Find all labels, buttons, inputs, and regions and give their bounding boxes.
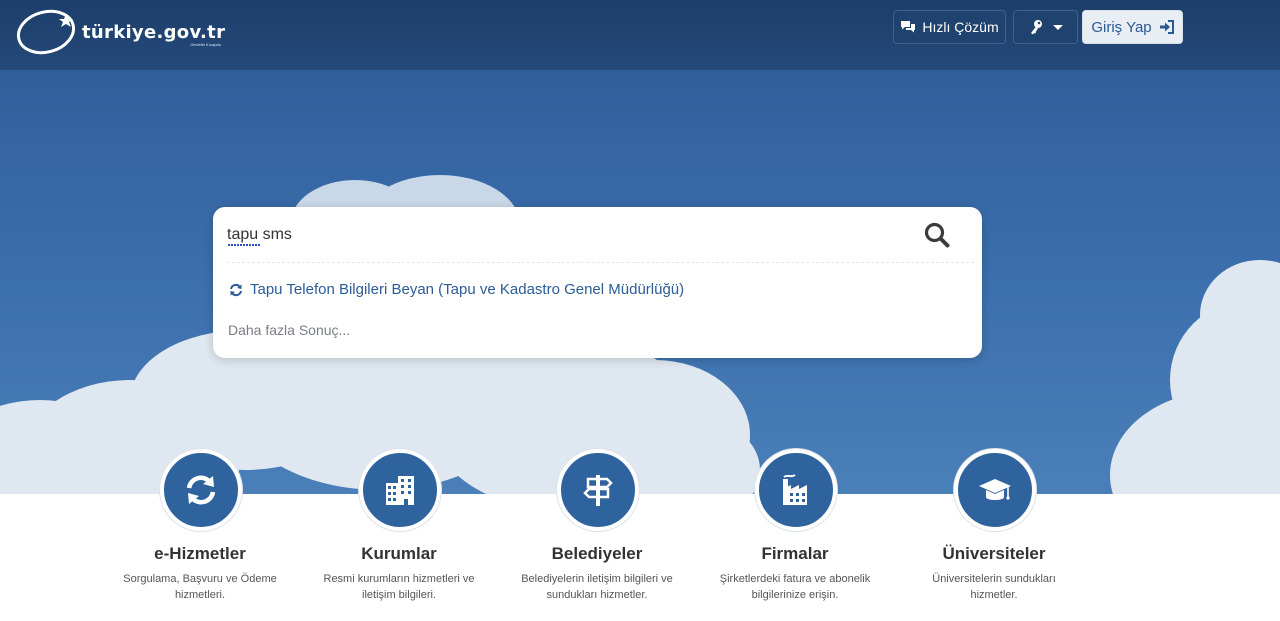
search-panel: Tapu Telefon Bilgileri Beyan (Tapu ve Ka… [213,207,982,358]
category-icon-circle[interactable] [160,449,242,531]
category-desc-line: hizmetleri. [174,589,226,601]
search-icon[interactable] [923,221,951,249]
category-firmalar[interactable]: Firmalar Şirketlerdeki fatura ve aboneli… [695,449,895,609]
category-desc-line: Sorgulama, Başvuru ve Ödeme [123,573,277,585]
search-suggestion-item[interactable]: Tapu Telefon Bilgileri Beyan (Tapu ve Ka… [229,281,684,298]
quick-solution-button[interactable]: Hızlı Çözüm [893,10,1006,44]
category-belediyeler[interactable]: Belediyeler Belediyelerin iletişim bilgi… [497,449,697,609]
top-navbar: türkiye.gov.tr Devletin Kısayolu Hızlı Ç… [0,0,1280,70]
category-universiteler[interactable]: Üniversiteler Üniversitelerin sundukları… [894,449,1094,609]
category-title[interactable]: Firmalar [695,544,895,564]
category-title[interactable]: Üniversiteler [894,544,1094,564]
search-row [213,207,982,263]
refresh-icon [230,283,242,296]
category-description: Resmi kurumların hizmetleri ve iletişim … [319,571,479,603]
category-desc-line: Belediyelerin iletişim bilgileri ve [521,573,673,585]
category-desc-line: bilgilerinize erişin. [751,589,839,601]
login-button[interactable]: Giriş Yap [1082,10,1183,44]
category-description: Üniversitelerin sundukları hizmetler. [914,571,1074,603]
chat-bubbles-icon [901,21,916,33]
category-desc-line: Üniversitelerin sundukları [932,573,1056,585]
signpost-icon [583,475,613,506]
search-suggestion-label: Tapu Telefon Bilgileri Beyan (Tapu ve Ka… [250,281,685,298]
results-divider [227,262,974,263]
search-input[interactable] [227,221,907,249]
category-icon-circle[interactable] [359,449,441,531]
category-title[interactable]: Belediyeler [497,544,697,564]
graduation-cap-icon [979,479,1011,500]
crescent-star-logo-icon [16,9,76,55]
category-description: Sorgulama, Başvuru ve Ödeme hizmetleri. [120,571,280,603]
more-results-link[interactable]: Daha fazla Sonuç... [228,322,350,338]
login-label: Giriş Yap [1091,18,1152,36]
quick-solution-label: Hızlı Çözüm [922,19,999,35]
logo-wordmark: türkiye.gov.tr [82,21,226,43]
sign-in-icon [1159,20,1174,34]
building-icon [386,476,414,505]
category-icon-circle[interactable] [954,449,1036,531]
category-icon-circle[interactable] [557,449,639,531]
key-icon [1030,20,1042,35]
category-description: Şirketlerdeki fatura ve abonelik bilgile… [715,571,875,603]
category-desc-line: hizmetler. [970,589,1018,601]
logo-tagline: Devletin Kısayolu [190,41,222,47]
spellcheck-underline [228,244,260,246]
category-desc-line: Resmi kurumların hizmetleri ve [323,573,475,585]
category-desc-line: iletişim bilgileri. [362,589,436,601]
category-description: Belediyelerin iletişim bilgileri ve sund… [517,571,677,603]
category-desc-line: sundukları hizmetler. [546,589,648,601]
factory-icon [783,474,807,505]
site-logo[interactable]: türkiye.gov.tr Devletin Kısayolu [16,8,226,56]
category-e-hizmetler[interactable]: e-Hizmetler Sorgulama, Başvuru ve Ödeme … [100,449,300,609]
refresh-icon [186,475,216,505]
category-icon-circle[interactable] [755,449,837,531]
key-menu-button[interactable] [1013,10,1078,44]
category-title[interactable]: Kurumlar [299,544,499,564]
category-desc-line: Şirketlerdeki fatura ve abonelik [719,573,871,585]
category-title[interactable]: e-Hizmetler [100,544,300,564]
category-kurumlar[interactable]: Kurumlar Resmi kurumların hizmetleri ve … [299,449,499,609]
chevron-down-icon [1052,24,1063,30]
